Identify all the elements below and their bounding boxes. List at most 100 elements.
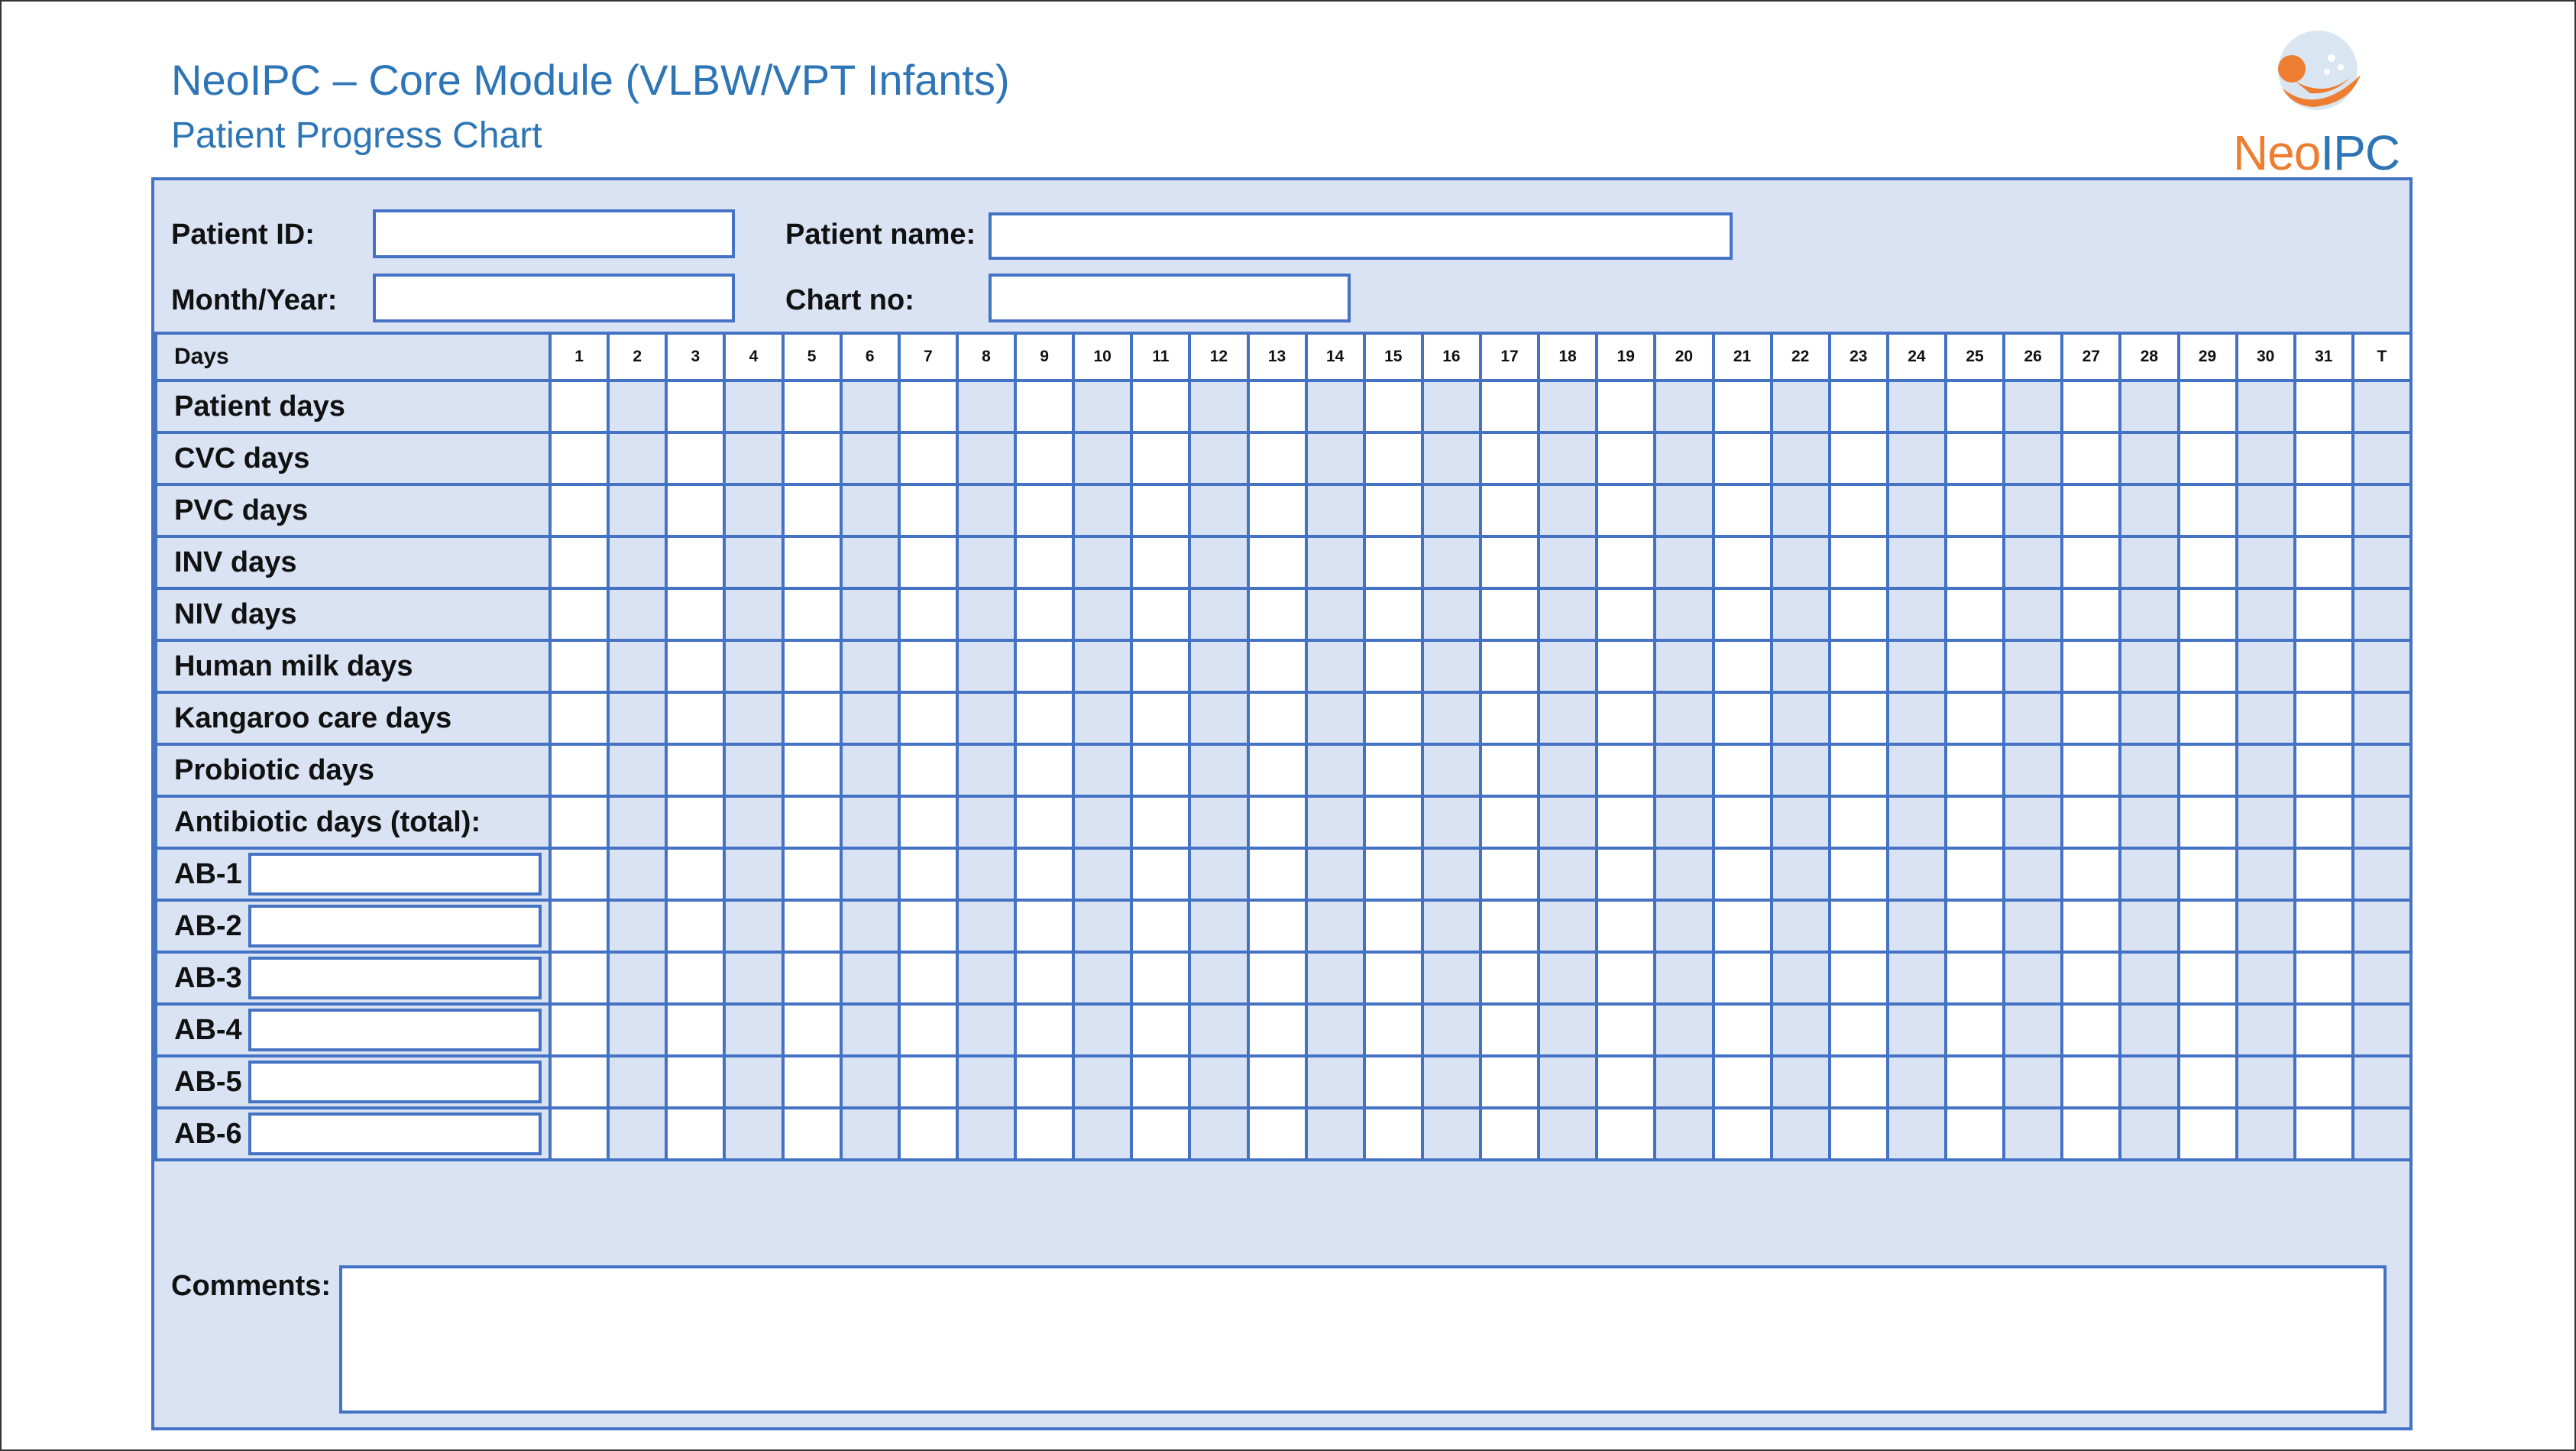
ab-6-day-T-cell[interactable] [2351, 1106, 2413, 1161]
probiotic-days-day-8-cell[interactable] [955, 743, 1018, 798]
ab-3-day-8-cell[interactable] [955, 951, 1018, 1006]
ab-2-day-18-cell[interactable] [1537, 899, 1599, 954]
ab-1-day-25-cell[interactable] [1943, 847, 2006, 902]
ab-4-day-22-cell[interactable] [1769, 1002, 1831, 1057]
ab-6-day-20-cell[interactable] [1653, 1106, 1715, 1161]
ab-6-day-18-cell[interactable] [1537, 1106, 1599, 1161]
ab-6-day-10-cell[interactable] [1072, 1106, 1134, 1161]
patient-days-day-27-cell[interactable] [2060, 379, 2122, 434]
ab-5-day-25-cell[interactable] [1943, 1054, 2006, 1109]
niv-days-day-20-cell[interactable] [1653, 587, 1715, 642]
patient-days-day-7-cell[interactable] [897, 379, 959, 434]
antibiotic-days-total-day-7-cell[interactable] [897, 795, 959, 850]
ab-5-day-24-cell[interactable] [1885, 1054, 1948, 1109]
ab-5-day-3-cell[interactable] [665, 1054, 727, 1109]
ab-6-day-11-cell[interactable] [1130, 1106, 1192, 1161]
patient-days-day-6-cell[interactable] [839, 379, 901, 434]
ab-4-day-7-cell[interactable] [897, 1002, 959, 1057]
pvc-days-day-2-cell[interactable] [607, 483, 668, 538]
ab-4-day-4-cell[interactable] [723, 1002, 785, 1057]
ab-3-day-7-cell[interactable] [897, 951, 959, 1006]
ab-3-day-23-cell[interactable] [1827, 951, 1889, 1006]
ab-2-day-23-cell[interactable] [1827, 899, 1889, 954]
ab-5-day-21-cell[interactable] [1711, 1054, 1773, 1109]
inv-days-day-12-cell[interactable] [1188, 535, 1250, 590]
ab-6-day-7-cell[interactable] [897, 1106, 959, 1161]
ab-4-day-16-cell[interactable] [1420, 1002, 1483, 1057]
ab-1-day-6-cell[interactable] [839, 847, 901, 902]
kangaroo-care-days-day-8-cell[interactable] [955, 691, 1018, 746]
ab-2-day-24-cell[interactable] [1885, 899, 1948, 954]
cvc-days-day-20-cell[interactable] [1653, 431, 1715, 486]
ab-4-day-12-cell[interactable] [1188, 1002, 1250, 1057]
human-milk-days-day-7-cell[interactable] [897, 639, 959, 694]
pvc-days-day-7-cell[interactable] [897, 483, 959, 538]
niv-days-day-13-cell[interactable] [1246, 587, 1308, 642]
patient-days-day-22-cell[interactable] [1769, 379, 1831, 434]
ab-2-day-7-cell[interactable] [897, 899, 959, 954]
ab-2-day-2-cell[interactable] [607, 899, 668, 954]
ab-6-day-8-cell[interactable] [955, 1106, 1018, 1161]
niv-days-day-30-cell[interactable] [2235, 587, 2296, 642]
ab-6-day-22-cell[interactable] [1769, 1106, 1831, 1161]
ab-1-day-26-cell[interactable] [2002, 847, 2064, 902]
inv-days-day-22-cell[interactable] [1769, 535, 1831, 590]
cvc-days-day-16-cell[interactable] [1420, 431, 1483, 486]
pvc-days-day-15-cell[interactable] [1362, 483, 1424, 538]
ab-3-day-6-cell[interactable] [839, 951, 901, 1006]
ab-5-day-T-cell[interactable] [2351, 1054, 2413, 1109]
month-year-field[interactable] [373, 274, 735, 322]
ab-3-day-1-cell[interactable] [548, 951, 610, 1006]
probiotic-days-day-17-cell[interactable] [1478, 743, 1541, 798]
cvc-days-day-15-cell[interactable] [1362, 431, 1424, 486]
probiotic-days-day-28-cell[interactable] [2118, 743, 2180, 798]
ab-1-antibiotic-name-field[interactable] [248, 853, 542, 896]
cvc-days-day-22-cell[interactable] [1769, 431, 1831, 486]
human-milk-days-day-14-cell[interactable] [1304, 639, 1366, 694]
ab-5-day-30-cell[interactable] [2235, 1054, 2296, 1109]
probiotic-days-day-4-cell[interactable] [723, 743, 785, 798]
kangaroo-care-days-day-22-cell[interactable] [1769, 691, 1831, 746]
human-milk-days-day-20-cell[interactable] [1653, 639, 1715, 694]
niv-days-day-1-cell[interactable] [548, 587, 610, 642]
antibiotic-days-total-day-5-cell[interactable] [781, 795, 843, 850]
human-milk-days-day-T-cell[interactable] [2351, 639, 2413, 694]
ab-1-day-9-cell[interactable] [1013, 847, 1076, 902]
ab-5-day-12-cell[interactable] [1188, 1054, 1250, 1109]
probiotic-days-day-27-cell[interactable] [2060, 743, 2122, 798]
ab-1-day-8-cell[interactable] [955, 847, 1018, 902]
antibiotic-days-total-day-28-cell[interactable] [2118, 795, 2180, 850]
pvc-days-day-26-cell[interactable] [2002, 483, 2064, 538]
ab-4-day-17-cell[interactable] [1478, 1002, 1541, 1057]
ab-2-day-19-cell[interactable] [1595, 899, 1657, 954]
inv-days-day-1-cell[interactable] [548, 535, 610, 590]
niv-days-day-2-cell[interactable] [607, 587, 668, 642]
ab-6-day-28-cell[interactable] [2118, 1106, 2180, 1161]
niv-days-day-9-cell[interactable] [1013, 587, 1076, 642]
niv-days-day-5-cell[interactable] [781, 587, 843, 642]
antibiotic-days-total-day-19-cell[interactable] [1595, 795, 1657, 850]
antibiotic-days-total-day-18-cell[interactable] [1537, 795, 1599, 850]
human-milk-days-day-4-cell[interactable] [723, 639, 785, 694]
probiotic-days-day-26-cell[interactable] [2002, 743, 2064, 798]
ab-3-day-T-cell[interactable] [2351, 951, 2413, 1006]
antibiotic-days-total-day-24-cell[interactable] [1885, 795, 1948, 850]
kangaroo-care-days-day-31-cell[interactable] [2293, 691, 2354, 746]
antibiotic-days-total-day-14-cell[interactable] [1304, 795, 1366, 850]
niv-days-day-23-cell[interactable] [1827, 587, 1889, 642]
ab-1-day-21-cell[interactable] [1711, 847, 1773, 902]
ab-4-day-21-cell[interactable] [1711, 1002, 1773, 1057]
cvc-days-day-14-cell[interactable] [1304, 431, 1366, 486]
antibiotic-days-total-day-15-cell[interactable] [1362, 795, 1424, 850]
chart-no-field[interactable] [989, 274, 1351, 322]
cvc-days-day-18-cell[interactable] [1537, 431, 1599, 486]
ab-5-day-8-cell[interactable] [955, 1054, 1018, 1109]
antibiotic-days-total-day-27-cell[interactable] [2060, 795, 2122, 850]
pvc-days-day-T-cell[interactable] [2351, 483, 2413, 538]
ab-2-day-27-cell[interactable] [2060, 899, 2122, 954]
inv-days-day-27-cell[interactable] [2060, 535, 2122, 590]
niv-days-day-22-cell[interactable] [1769, 587, 1831, 642]
cvc-days-day-1-cell[interactable] [548, 431, 610, 486]
ab-4-day-5-cell[interactable] [781, 1002, 843, 1057]
ab-3-day-28-cell[interactable] [2118, 951, 2180, 1006]
